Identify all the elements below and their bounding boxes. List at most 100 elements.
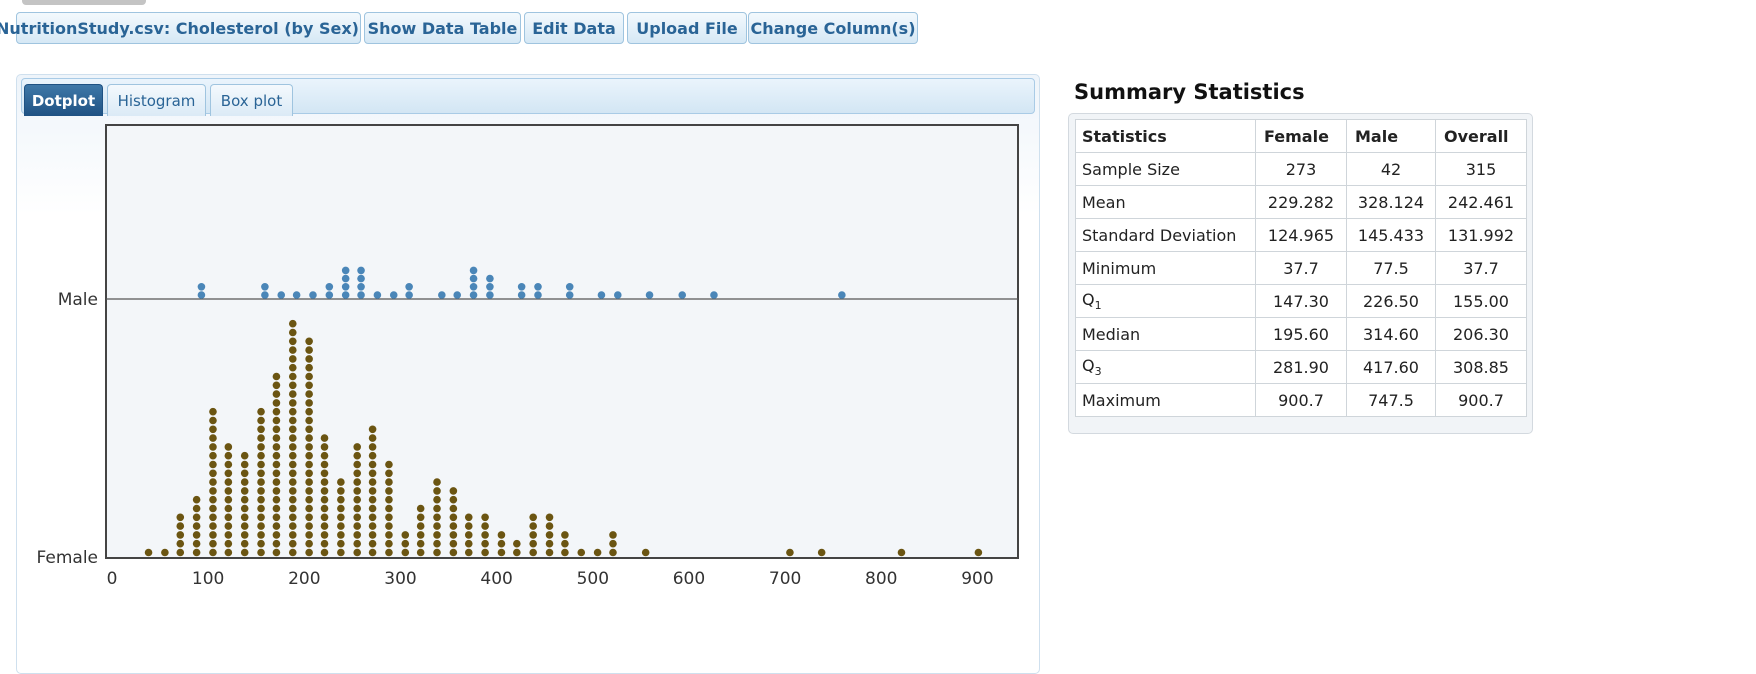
stat-value-overall: 315 bbox=[1435, 152, 1527, 186]
female-dot bbox=[449, 495, 458, 504]
female-dot bbox=[385, 495, 393, 504]
female-dot bbox=[433, 539, 441, 548]
female-dot bbox=[786, 548, 794, 557]
female-dot bbox=[272, 531, 281, 539]
female-dot bbox=[288, 513, 297, 522]
female-dot bbox=[224, 531, 233, 539]
female-dot bbox=[385, 478, 393, 486]
stat-label: Mean bbox=[1075, 185, 1256, 219]
female-dot bbox=[416, 548, 425, 557]
stat-value-overall: 206.30 bbox=[1435, 317, 1527, 351]
stat-value-overall: 37.7 bbox=[1435, 251, 1527, 285]
male-dot bbox=[277, 291, 286, 299]
female-dot bbox=[449, 513, 458, 522]
female-dot bbox=[209, 522, 217, 530]
summary-table: Statistics Female Male Overall Sample Si… bbox=[1075, 119, 1527, 417]
male-dot bbox=[405, 291, 413, 299]
female-dot bbox=[320, 469, 329, 478]
female-dot bbox=[368, 434, 377, 442]
female-dot bbox=[224, 548, 233, 557]
female-dot bbox=[257, 548, 265, 557]
female-dot bbox=[192, 504, 201, 513]
female-dot bbox=[288, 531, 297, 539]
female-dot bbox=[545, 513, 554, 522]
female-dot bbox=[288, 487, 297, 495]
female-dot bbox=[368, 451, 377, 460]
stat-value-male: 417.60 bbox=[1346, 350, 1436, 384]
female-dot bbox=[385, 469, 393, 478]
female-dot bbox=[257, 495, 265, 504]
female-dot bbox=[305, 469, 313, 478]
male-dot bbox=[534, 291, 542, 299]
female-dot bbox=[433, 513, 441, 522]
stat-label-text: Q bbox=[1082, 355, 1095, 375]
female-dot bbox=[257, 425, 265, 434]
female-dot bbox=[240, 478, 249, 486]
female-dot bbox=[305, 504, 313, 513]
male-dot bbox=[486, 291, 494, 299]
x-tick-label: 800 bbox=[865, 569, 897, 589]
table-row: Sample Size 273 42 315 bbox=[1075, 152, 1527, 186]
stat-value-overall: 155.00 bbox=[1435, 284, 1527, 318]
female-dot bbox=[481, 548, 489, 557]
female-dot bbox=[288, 495, 297, 504]
female-dot bbox=[385, 504, 393, 513]
female-dot bbox=[353, 495, 362, 504]
female-dot bbox=[368, 469, 377, 478]
female-dot bbox=[464, 531, 473, 539]
female-dot bbox=[353, 469, 362, 478]
female-dot bbox=[529, 522, 537, 530]
female-dot bbox=[497, 539, 506, 548]
stat-value-male: 747.5 bbox=[1346, 383, 1436, 417]
female-dot bbox=[320, 434, 329, 442]
female-dot bbox=[481, 531, 489, 539]
female-dot bbox=[288, 425, 297, 434]
stat-value-female: 900.7 bbox=[1255, 383, 1347, 417]
female-dot bbox=[288, 390, 297, 398]
female-dot bbox=[305, 531, 313, 539]
female-dot bbox=[224, 487, 233, 495]
female-dot bbox=[240, 513, 249, 522]
x-axis-ticks: 0 100 200 300 400 500 600 700 800 900 bbox=[107, 569, 994, 589]
female-dot bbox=[288, 522, 297, 530]
female-dot bbox=[305, 337, 313, 346]
female-dot bbox=[401, 531, 410, 539]
male-dot bbox=[325, 283, 334, 291]
stat-value-female: 124.965 bbox=[1255, 218, 1347, 252]
table-row: Q3 281.90 417.60 308.85 bbox=[1075, 350, 1527, 384]
x-tick-label: 200 bbox=[288, 569, 320, 589]
female-dot bbox=[320, 539, 329, 548]
table-row: Minimum 37.7 77.5 37.7 bbox=[1075, 251, 1527, 285]
group-label-male: Male bbox=[58, 290, 98, 310]
stat-value-female: 229.282 bbox=[1255, 185, 1347, 219]
female-dot bbox=[481, 539, 489, 548]
female-dot bbox=[385, 513, 393, 522]
female-dot bbox=[305, 372, 313, 381]
female-dot bbox=[272, 539, 281, 548]
stat-value-female: 195.60 bbox=[1255, 317, 1347, 351]
stat-value-female: 147.30 bbox=[1255, 284, 1347, 318]
female-dot bbox=[257, 522, 265, 530]
female-dot bbox=[240, 469, 249, 478]
female-dot bbox=[320, 478, 329, 486]
female-dot bbox=[353, 548, 362, 557]
female-dot bbox=[305, 434, 313, 442]
female-dot bbox=[593, 548, 602, 557]
group-label-female: Female bbox=[37, 548, 98, 568]
female-dot bbox=[288, 346, 297, 354]
stat-label: Sample Size bbox=[1075, 152, 1256, 186]
female-dot bbox=[368, 478, 377, 486]
female-dot bbox=[257, 460, 265, 469]
header-statistics: Statistics bbox=[1075, 119, 1256, 153]
female-dot bbox=[240, 487, 249, 495]
female-dot bbox=[257, 416, 265, 425]
female-dot bbox=[209, 513, 217, 522]
female-dot bbox=[368, 539, 377, 548]
stat-label: Median bbox=[1075, 317, 1256, 351]
male-dot bbox=[838, 291, 846, 299]
female-dot bbox=[529, 548, 537, 557]
female-dot bbox=[353, 539, 362, 548]
male-dot bbox=[710, 291, 718, 299]
female-dot bbox=[353, 522, 362, 530]
table-row: Median 195.60 314.60 206.30 bbox=[1075, 317, 1527, 351]
